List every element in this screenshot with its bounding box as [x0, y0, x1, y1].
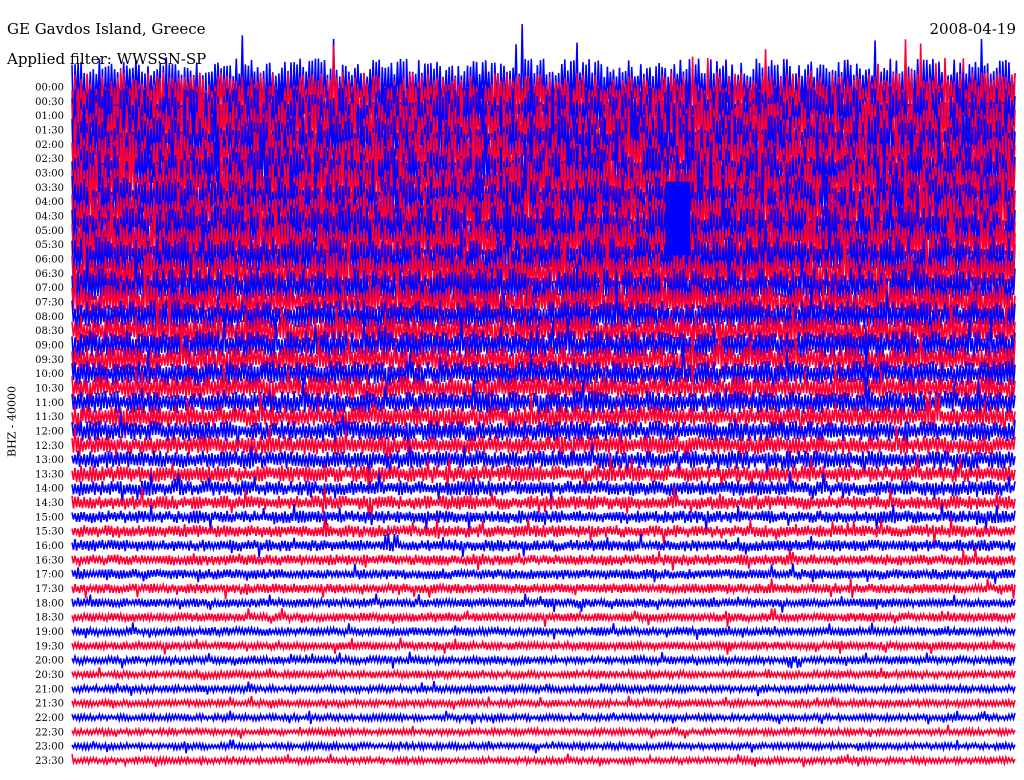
row-time-label: 05:00	[35, 226, 64, 237]
trace-row	[71, 680, 1016, 697]
row-time-label: 04:00	[35, 197, 64, 208]
row-time-label: 08:30	[35, 326, 64, 337]
row-time-label: 03:00	[35, 168, 64, 179]
trace-row	[71, 517, 1016, 545]
trace-row	[71, 593, 1016, 613]
trace-row	[71, 739, 1016, 754]
row-time-label: 10:30	[35, 383, 64, 394]
trace-row	[71, 637, 1016, 655]
row-time-label: 01:00	[35, 111, 64, 122]
row-time-label: 18:00	[35, 598, 64, 609]
row-time-label: 14:00	[35, 484, 64, 495]
row-time-label: 01:30	[35, 125, 64, 136]
row-time-label: 02:00	[35, 140, 64, 151]
row-time-label: 20:00	[35, 656, 64, 667]
trace-row	[71, 533, 1016, 558]
burst-event	[665, 181, 691, 255]
row-time-label: 14:30	[35, 498, 64, 509]
trace-row	[71, 695, 1016, 710]
row-time-label: 15:00	[35, 512, 64, 523]
row-time-label: 15:30	[35, 527, 64, 538]
row-time-label: 23:00	[35, 742, 64, 753]
row-time-label: 23:30	[35, 756, 64, 767]
trace-row	[71, 578, 1016, 600]
row-time-label: 22:30	[35, 727, 64, 738]
row-time-label: 17:30	[35, 584, 64, 595]
row-time-label: 21:30	[35, 699, 64, 710]
helicorder-plot: 00:00 00:30 01:00 01:30 02:00 02:30 03:00 03:30…	[35, 24, 1016, 768]
row-time-label: 18:30	[35, 613, 64, 624]
row-time-label: 20:30	[35, 670, 64, 681]
row-time-label: 04:30	[35, 211, 64, 222]
row-time-label: 02:30	[35, 154, 64, 165]
row-time-label: 19:30	[35, 641, 64, 652]
row-time-label: 11:30	[35, 412, 64, 423]
trace-row	[71, 752, 1016, 768]
row-time-label: 03:30	[35, 183, 64, 194]
row-time-label: 00:30	[35, 97, 64, 108]
row-time-label: 11:00	[35, 398, 64, 409]
row-time-label: 08:00	[35, 312, 64, 323]
trace-row	[71, 667, 1016, 682]
time-label-group: 00:00 00:30 01:00 01:30 02:00 02:30 03:00 03:30…	[35, 83, 64, 768]
trace-row	[71, 563, 1016, 584]
row-time-label: 16:30	[35, 555, 64, 566]
row-time-label: 07:30	[35, 297, 64, 308]
trace-row	[71, 651, 1016, 669]
row-time-label: 09:30	[35, 355, 64, 366]
row-time-label: 12:00	[35, 426, 64, 437]
row-time-label: 13:00	[35, 455, 64, 466]
trace-row	[71, 608, 1016, 627]
row-time-label: 21:00	[35, 684, 64, 695]
row-time-label: 07:00	[35, 283, 64, 294]
trace-row	[71, 724, 1016, 739]
row-time-label: 13:30	[35, 469, 64, 480]
row-time-label: 22:00	[35, 713, 64, 724]
row-time-label: 10:00	[35, 369, 64, 380]
trace-row	[71, 622, 1016, 640]
row-time-label: 05:30	[35, 240, 64, 251]
station-title: GE Gavdos Island, Greece	[7, 20, 206, 38]
date-label: 2008-04-19	[929, 20, 1016, 38]
row-time-label: 00:00	[35, 83, 64, 94]
row-time-label: 17:00	[35, 570, 64, 581]
trace-group	[71, 24, 1016, 768]
row-time-label: 12:30	[35, 441, 64, 452]
row-time-label: 09:00	[35, 340, 64, 351]
row-time-label: 19:00	[35, 627, 64, 638]
row-time-label: 06:00	[35, 254, 64, 265]
row-time-label: 16:00	[35, 541, 64, 552]
trace-row	[71, 710, 1016, 725]
filter-label: Applied filter: WWSSN-SP	[7, 50, 207, 68]
row-time-label: 06:30	[35, 269, 64, 280]
